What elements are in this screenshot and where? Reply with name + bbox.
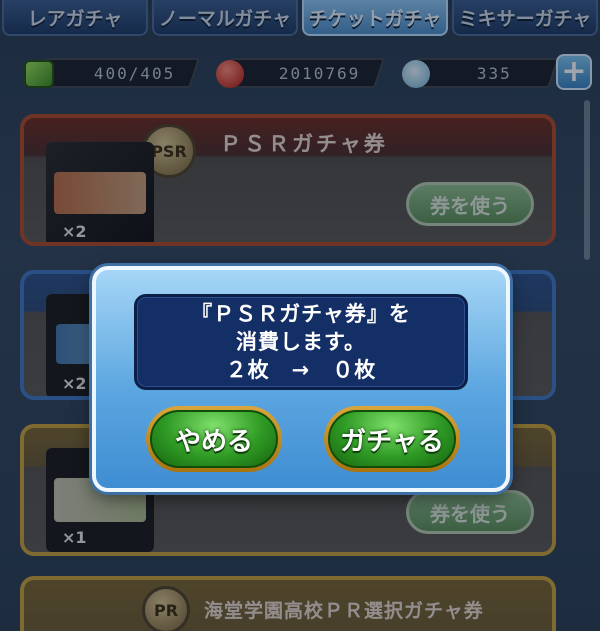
confirm-gacha-button[interactable]: ガチャる: [324, 406, 460, 472]
confirm-message: 『ＰＳＲガチャ券』を 消費します。 ２枚 → ０枚: [134, 294, 468, 390]
message-line: 『ＰＳＲガチャ券』を: [191, 302, 411, 326]
confirm-dialog: 『ＰＳＲガチャ券』を 消費します。 ２枚 → ０枚 やめる ガチャる: [92, 266, 510, 492]
message-line: 消費します。: [236, 330, 366, 354]
confirm-button-label: ガチャる: [328, 410, 456, 468]
cancel-button-label: やめる: [150, 410, 278, 468]
cancel-button[interactable]: やめる: [146, 406, 282, 472]
message-line: ２枚 → ０枚: [225, 358, 377, 382]
